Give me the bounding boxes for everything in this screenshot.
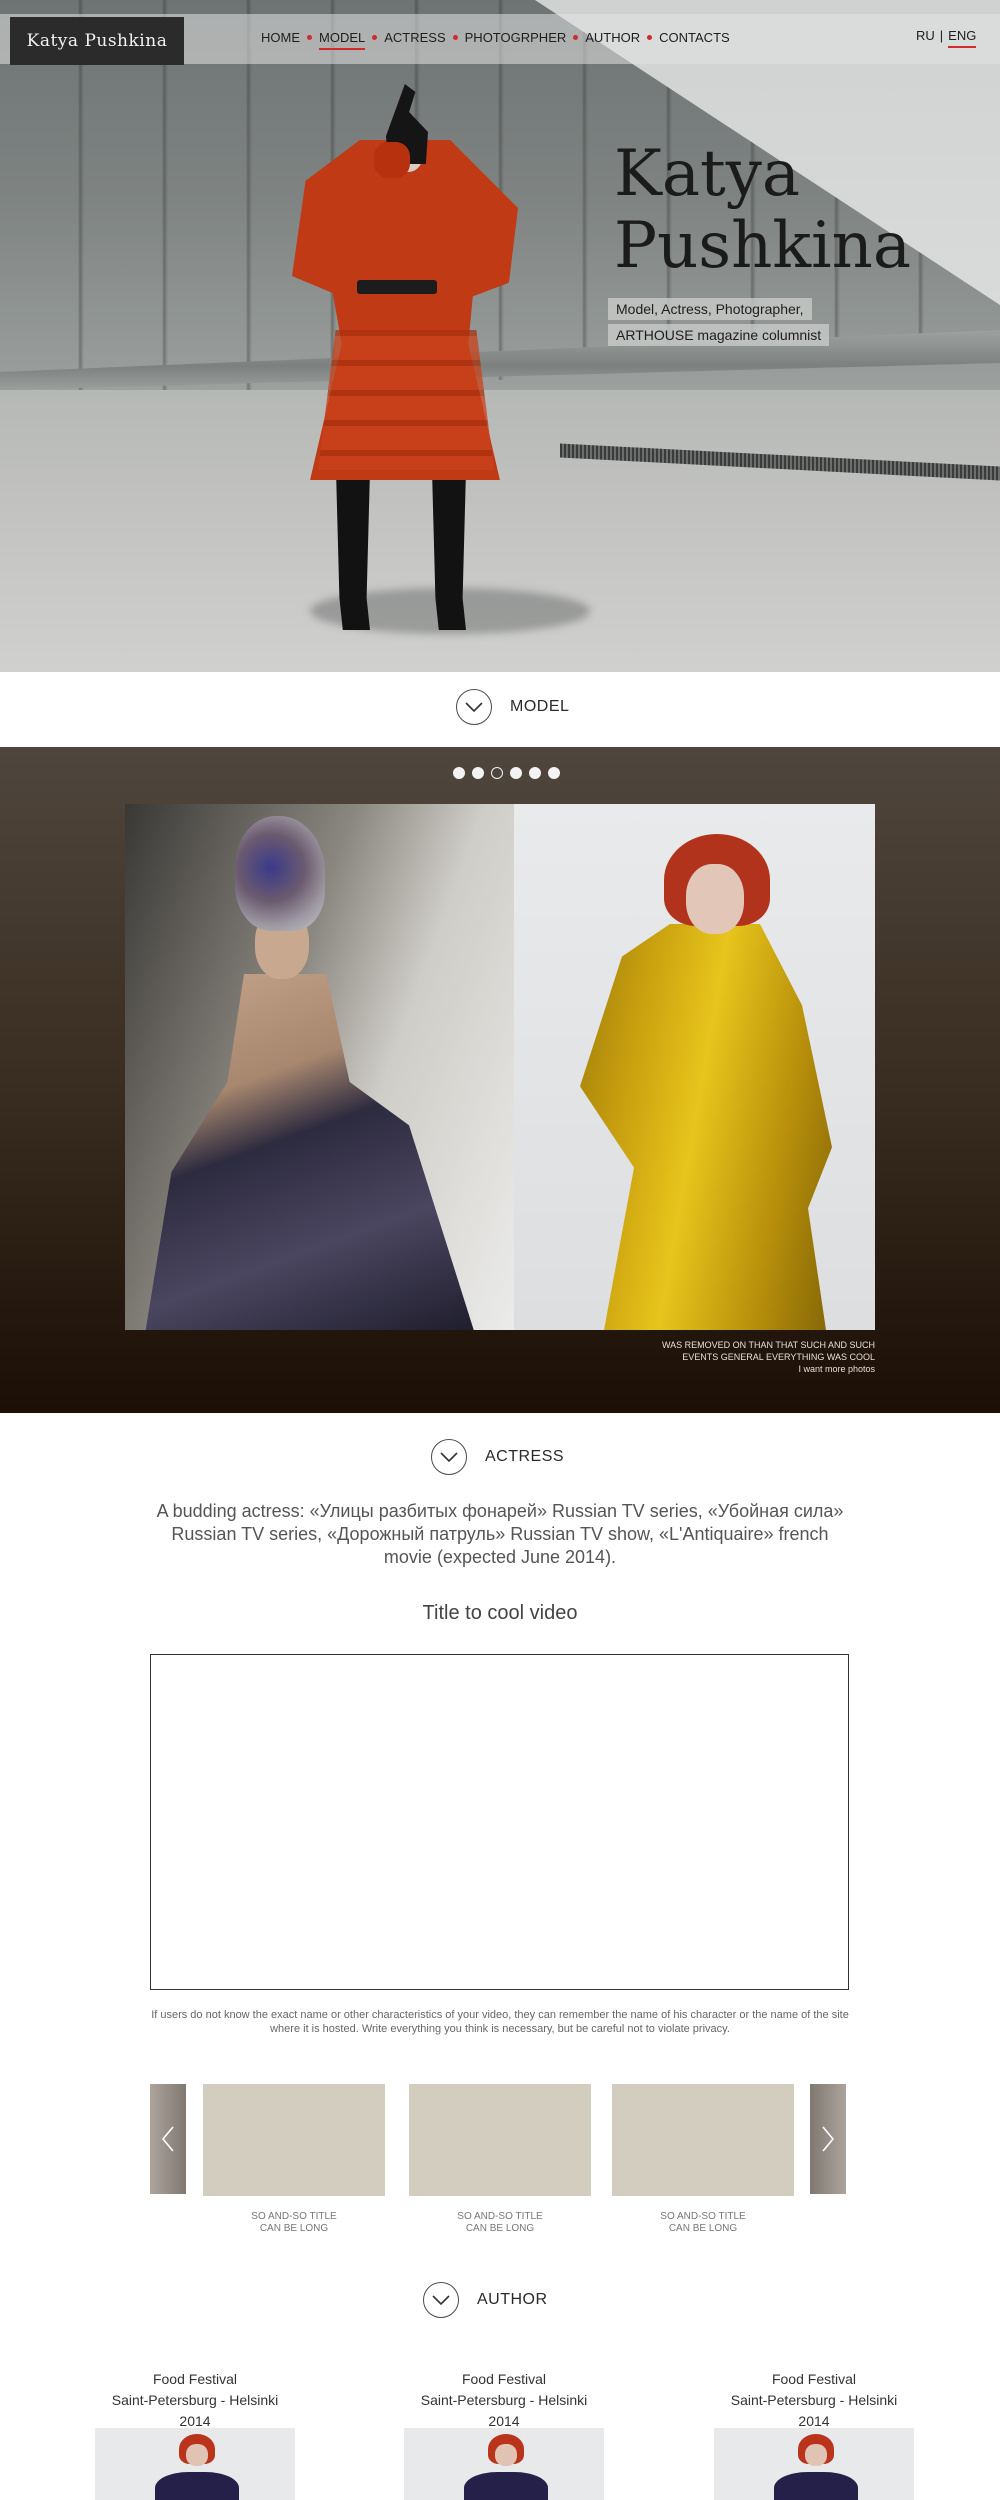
thumbnail-caption-line2: CAN BE LONG <box>465 2223 535 2234</box>
model-belt <box>357 280 437 294</box>
section-title-actress: ACTRESS <box>485 1448 565 1465</box>
event-subtitle: Saint-Petersburg - Helsinki 2014 <box>730 2392 898 2429</box>
nav-home[interactable]: HOME <box>261 30 300 49</box>
photo-model-face <box>686 864 744 934</box>
event-title: Food Festival <box>461 2371 547 2387</box>
event-photo-body <box>464 2472 548 2500</box>
slider-dot[interactable] <box>548 767 560 779</box>
nav-model[interactable]: MODEL <box>319 30 366 50</box>
gallery-caption-line1: WAS REMOVED ON THAN THAT SUCH AND SUCH <box>661 1340 875 1350</box>
section-title-author: AUTHOR <box>477 2291 548 2308</box>
hero-subtitle-line1: Model, Actress, Photographer, <box>608 298 812 320</box>
event-photo-face <box>805 2444 827 2466</box>
author-event: Food Festival Saint-Petersburg - Helsink… <box>714 2369 914 2432</box>
hero-model-photo <box>0 0 1000 672</box>
main-nav: HOME MODEL ACTRESS PHOTOGRPHER AUTHOR CO… <box>261 28 730 50</box>
nav-separator-dot <box>452 35 458 40</box>
event-subtitle: Saint-Petersburg - Helsinki 2014 <box>420 2392 588 2429</box>
model-leg-right <box>432 470 466 630</box>
section-header-model: MODEL <box>456 689 569 725</box>
hero-title-line1: Katya <box>614 137 800 211</box>
video-note: If users do not know the exact name or o… <box>151 2009 849 2035</box>
event-photo[interactable] <box>95 2428 295 2500</box>
event-photo-face <box>186 2444 208 2466</box>
nav-contacts[interactable]: CONTACTS <box>659 30 730 49</box>
gallery-photo-left[interactable] <box>125 804 514 1330</box>
nav-author[interactable]: AUTHOR <box>585 30 640 49</box>
nav-separator-dot <box>372 35 378 40</box>
thumbnail-caption: SO AND-SO TITLE CAN BE LONG <box>612 2211 794 2235</box>
slider-dot[interactable] <box>472 767 484 779</box>
thumbnail-caption: SO AND-SO TITLE CAN BE LONG <box>409 2211 591 2235</box>
model-coat-ruffles <box>318 330 494 470</box>
model-raised-arm <box>374 142 410 178</box>
event-title: Food Festival <box>152 2371 238 2387</box>
hero-subtitle-line2: ARTHOUSE magazine columnist <box>608 324 830 346</box>
gallery-caption: WAS REMOVED ON THAN THAT SUCH AND SUCH E… <box>575 1339 875 1375</box>
event-photo-body <box>774 2472 858 2500</box>
chevron-left-icon <box>161 2126 174 2152</box>
chevron-down-icon[interactable] <box>456 689 492 725</box>
nav-separator-dot <box>307 35 312 40</box>
nav-actress[interactable]: ACTRESS <box>384 30 445 49</box>
event-title: Food Festival <box>771 2371 857 2387</box>
video-player[interactable] <box>150 1654 849 1990</box>
chevron-right-icon <box>822 2126 835 2152</box>
lang-ru[interactable]: RU <box>916 28 935 47</box>
video-title: Title to cool video <box>422 1602 578 1624</box>
video-thumbnail[interactable] <box>203 2084 385 2196</box>
author-event: Food Festival Saint-Petersburg - Helsink… <box>404 2369 604 2432</box>
video-thumbnail[interactable] <box>612 2084 794 2196</box>
hero-title: Katya Pushkina <box>614 138 914 282</box>
hero-banner: Katya Pushkina HOME MODEL ACTRESS PHOTOG… <box>0 0 1000 672</box>
slider-dot-active[interactable] <box>491 767 503 779</box>
slider-pagination <box>453 767 560 779</box>
language-switcher: RU | ENG <box>916 28 977 48</box>
section-header-author: AUTHOR <box>423 2282 548 2318</box>
gallery-caption-line2: EVENTS GENERAL EVERYTHING WAS COOL <box>682 1352 875 1362</box>
gallery-photo-right[interactable] <box>514 804 875 1330</box>
carousel-prev-button[interactable] <box>150 2084 186 2194</box>
nav-separator-dot <box>647 35 653 40</box>
event-subtitle: Saint-Petersburg - Helsinki 2014 <box>111 2392 279 2429</box>
event-photo[interactable] <box>714 2428 914 2500</box>
author-event: Food Festival Saint-Petersburg - Helsink… <box>95 2369 295 2432</box>
video-thumbnail[interactable] <box>409 2084 591 2196</box>
hero-subtitle: Model, Actress, Photographer, ARTHOUSE m… <box>608 298 830 350</box>
event-photo-body <box>155 2472 239 2500</box>
thumbnail-caption-line1: SO AND-SO TITLE <box>251 2211 337 2222</box>
chevron-down-icon[interactable] <box>431 1439 467 1475</box>
thumbnail-caption-line2: CAN BE LONG <box>668 2223 738 2234</box>
thumbnail-caption: SO AND-SO TITLE CAN BE LONG <box>203 2211 385 2235</box>
more-photos-link[interactable]: I want more photos <box>575 1363 875 1375</box>
nav-photographer[interactable]: PHOTOGRPHER <box>465 30 567 49</box>
hero-title-line2: Pushkina <box>614 209 911 283</box>
photo-model-dress <box>145 974 475 1330</box>
chevron-down-icon[interactable] <box>423 2282 459 2318</box>
slider-dot[interactable] <box>510 767 522 779</box>
site-logo[interactable]: Katya Pushkina <box>10 17 184 65</box>
actress-description: A budding actress: «Улицы разбитых фонар… <box>156 1501 844 1567</box>
nav-separator-dot <box>573 35 579 40</box>
event-photo[interactable] <box>404 2428 604 2500</box>
section-title-model: MODEL <box>510 698 570 715</box>
thumbnail-caption-line1: SO AND-SO TITLE <box>457 2211 543 2222</box>
photo-model-yellow-suit <box>580 924 832 1330</box>
model-leg-left <box>336 470 370 630</box>
thumbnail-caption-line2: CAN BE LONG <box>259 2223 329 2234</box>
section-header-actress: ACTRESS <box>431 1439 564 1475</box>
event-photo-face <box>495 2444 517 2466</box>
photo-model-headwrap <box>235 816 325 931</box>
slider-dot[interactable] <box>529 767 541 779</box>
lang-eng[interactable]: ENG <box>948 28 977 48</box>
carousel-next-button[interactable] <box>810 2084 846 2194</box>
slider-dot[interactable] <box>453 767 465 779</box>
thumbnail-caption-line1: SO AND-SO TITLE <box>660 2211 746 2222</box>
lang-separator: | <box>939 28 944 43</box>
